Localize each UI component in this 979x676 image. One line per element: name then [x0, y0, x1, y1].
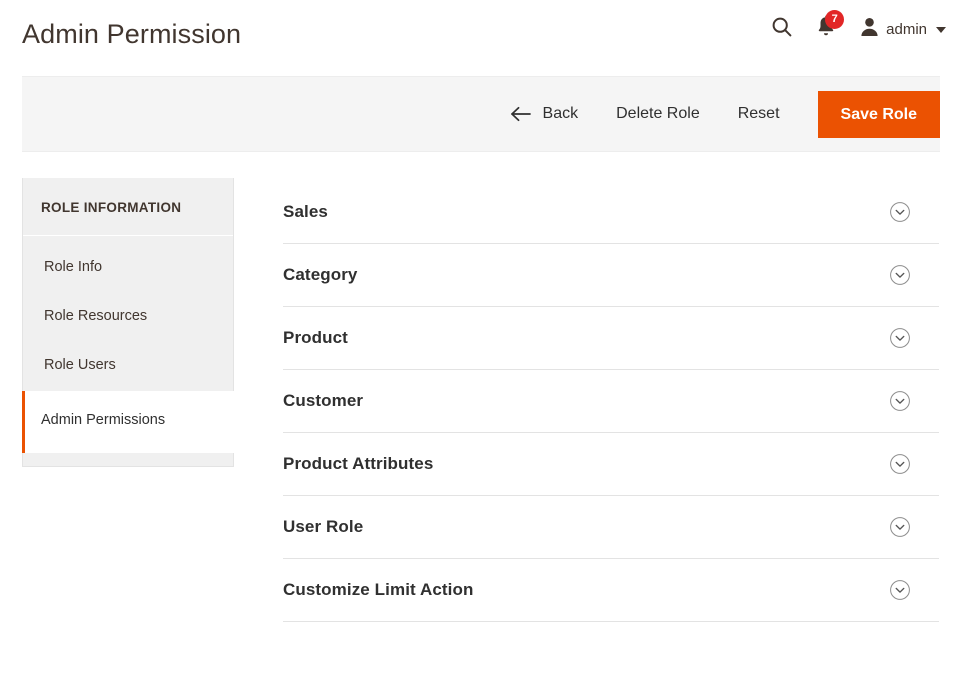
sidebar-items: Role Info Role Resources Role Users Admi…	[23, 236, 233, 453]
accordion-title: Customize Limit Action	[283, 580, 473, 600]
sidebar-item-role-resources[interactable]: Role Resources	[23, 293, 233, 342]
back-button-label: Back	[543, 106, 579, 122]
chevron-down-circle-icon[interactable]	[889, 390, 911, 412]
sidebar-item-label: Role Info	[44, 259, 102, 275]
search-icon	[770, 15, 794, 44]
delete-role-button[interactable]: Delete Role	[616, 106, 700, 122]
sidebar-item-label: Role Users	[44, 357, 116, 373]
arrow-left-icon	[510, 106, 532, 122]
content-column: Sales Category	[234, 178, 962, 622]
accordion-header-product[interactable]: Product	[283, 307, 939, 369]
accordion-section-product-attributes: Product Attributes	[283, 433, 939, 496]
delete-role-label: Delete Role	[616, 106, 700, 122]
accordion-header-sales[interactable]: Sales	[283, 181, 939, 243]
notifications-button[interactable]: 7	[804, 12, 848, 46]
sidebar-title: ROLE INFORMATION	[23, 178, 233, 236]
accordion-section-customer: Customer	[283, 370, 939, 433]
accordion-header-category[interactable]: Category	[283, 244, 939, 306]
search-button[interactable]	[760, 12, 804, 46]
sidebar-item-admin-permissions[interactable]: Admin Permissions	[22, 391, 234, 453]
back-button[interactable]: Back	[510, 106, 579, 122]
chevron-down-circle-icon[interactable]	[889, 327, 911, 349]
accordion-header-customer[interactable]: Customer	[283, 370, 939, 432]
accordion-title: Product Attributes	[283, 454, 433, 474]
accordion-title: Category	[283, 265, 358, 285]
chevron-down-circle-icon[interactable]	[889, 264, 911, 286]
accordion-title: Product	[283, 328, 348, 348]
accordion-section-customize-limit-action: Customize Limit Action	[283, 559, 939, 622]
accordion-section-sales: Sales	[283, 181, 939, 244]
chevron-down-circle-icon[interactable]	[889, 516, 911, 538]
page-title: Admin Permission	[22, 14, 241, 54]
sidebar-item-role-info[interactable]: Role Info	[23, 244, 233, 293]
accordion-title: Customer	[283, 391, 363, 411]
accordion-section-category: Category	[283, 244, 939, 307]
chevron-down-circle-icon[interactable]	[889, 579, 911, 601]
accordion-section-user-role: User Role	[283, 496, 939, 559]
notification-count-badge: 7	[825, 10, 844, 29]
user-avatar-icon	[860, 17, 879, 42]
accordion-header-user-role[interactable]: User Role	[283, 496, 939, 558]
accordion-section-product: Product	[283, 307, 939, 370]
accordion-title: User Role	[283, 517, 363, 537]
reset-button[interactable]: Reset	[738, 106, 780, 122]
user-name-label: admin	[886, 22, 927, 37]
chevron-down-icon	[936, 27, 946, 33]
sidebar-item-label: Role Resources	[44, 308, 147, 324]
role-information-sidebar: ROLE INFORMATION Role Info Role Resource…	[22, 178, 234, 467]
user-menu[interactable]: admin	[860, 12, 946, 46]
permissions-accordion: Sales Category	[283, 181, 939, 622]
page-actions-toolbar: Back Delete Role Reset Save Role	[22, 76, 940, 152]
save-role-button[interactable]: Save Role	[818, 91, 940, 138]
header-actions: 7 admin	[760, 12, 946, 46]
accordion-header-customize-limit-action[interactable]: Customize Limit Action	[283, 559, 939, 621]
accordion-header-product-attributes[interactable]: Product Attributes	[283, 433, 939, 495]
sidebar-item-role-users[interactable]: Role Users	[23, 342, 233, 391]
page-main: ROLE INFORMATION Role Info Role Resource…	[22, 178, 962, 622]
reset-label: Reset	[738, 106, 780, 122]
accordion-title: Sales	[283, 202, 328, 222]
chevron-down-circle-icon[interactable]	[889, 453, 911, 475]
chevron-down-circle-icon[interactable]	[889, 201, 911, 223]
sidebar-item-label: Admin Permissions	[41, 412, 165, 428]
page-header: Admin Permission 7	[0, 0, 979, 75]
